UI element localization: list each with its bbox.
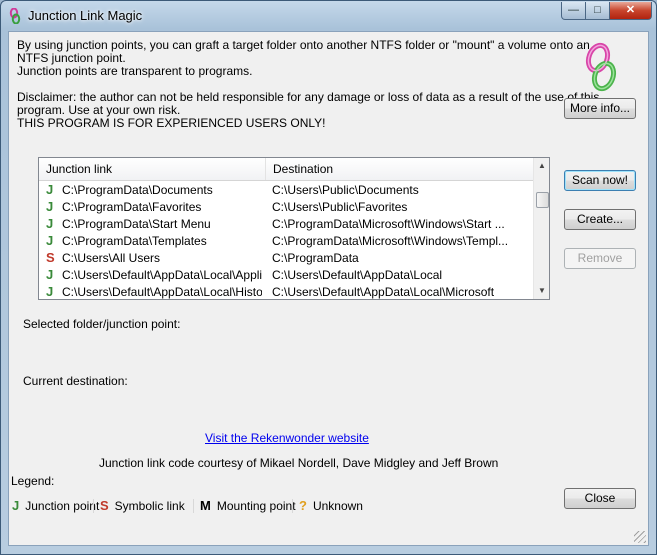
create-button[interactable]: Create... [564,209,636,230]
close-icon: ✕ [625,4,636,16]
symbolic-link-icon: S [46,250,55,265]
table-row[interactable]: J C:\ProgramData\Templates C:\ProgramData\… [39,232,533,249]
title-bar[interactable]: Junction Link Magic — □ ✕ [1,1,656,31]
resize-grip[interactable] [634,531,646,543]
maximize-button[interactable]: □ [585,2,610,20]
row-junction-link: C:\ProgramData\Documents [62,183,213,197]
legend-separator [292,499,293,513]
row-destination: C:\ProgramData\Microsoft\Windows\Templ..… [272,234,509,248]
current-destination-label: Current destination: [23,374,128,388]
table-row[interactable]: J C:\ProgramData\Favorites C:\Users\Public… [39,198,533,215]
credits-text: Junction link code courtesy of Mikael No… [99,456,499,470]
row-destination: C:\ProgramData\Microsoft\Windows\Start .… [272,217,505,231]
legend-glyph-icon: S [100,498,109,513]
row-junction-link: C:\ProgramData\Start Menu [62,217,211,231]
legend-item: S Symbolic link [100,499,185,513]
junction-point-icon: J [46,284,54,299]
close-window-button[interactable]: ✕ [609,2,652,20]
app-window: Junction Link Magic — □ ✕ By using junct… [0,0,657,555]
table-row[interactable]: J C:\ProgramData\Start Menu C:\ProgramData… [39,215,533,232]
legend-label: Junction point [25,499,100,513]
close-button[interactable]: Close [564,488,636,509]
maximize-icon: □ [594,4,601,16]
row-destination: C:\ProgramData [272,251,359,265]
list-scrollbar[interactable]: ▲ ▼ [533,158,549,299]
legend-label: Unknown [312,499,363,513]
rekenwonder-website-link[interactable]: Visit the Rekenwonder website [205,432,369,445]
junction-list[interactable]: Junction link Destination J C:\ProgramDat… [38,157,550,300]
scroll-up-icon[interactable]: ▲ [534,158,549,174]
legend-glyph-icon: J [12,498,20,513]
legend-glyph-icon: M [200,498,211,513]
legend-item: J Junction point [12,499,99,513]
row-destination: C:\Users\Default\AppData\Local\Microsoft [272,285,495,299]
intro-line-3: Junction points are transparent to progr… [17,64,253,78]
remove-button[interactable]: Remove [564,248,636,269]
legend-separator [93,499,94,513]
chain-link-logo-icon [585,42,617,92]
app-icon [9,8,21,24]
column-header-destination[interactable]: Destination [266,158,533,180]
junction-point-icon: J [46,182,54,197]
dialog-client-area: By using junction points, you can graft … [8,31,649,546]
row-destination: C:\Users\Public\Favorites [272,200,408,214]
list-rows: J C:\ProgramData\Documents C:\Users\Public… [39,181,533,299]
column-header-junction-link[interactable]: Junction link [39,158,266,180]
row-junction-link: C:\Users\All Users [62,251,161,265]
more-info-button[interactable]: More info... [564,98,636,119]
selected-folder-label: Selected folder/junction point: [23,317,181,331]
row-destination: C:\Users\Public\Documents [272,183,419,197]
junction-point-icon: J [46,233,54,248]
minimize-icon: — [568,4,579,16]
junction-point-icon: J [46,267,54,282]
scroll-thumb[interactable] [536,192,549,208]
list-header: Junction link Destination [39,158,533,181]
row-junction-link: C:\Users\Default\AppData\Local\History [62,285,262,299]
legend-title: Legend: [11,474,55,488]
junction-point-icon: J [46,216,54,231]
warning-text: THIS PROGRAM IS FOR EXPERIENCED USERS ON… [17,116,326,130]
legend-label: Symbolic link [114,499,185,513]
scroll-down-icon[interactable]: ▼ [534,283,549,299]
table-row[interactable]: J C:\ProgramData\Documents C:\Users\Public… [39,181,533,198]
row-destination: C:\Users\Default\AppData\Local [272,268,443,282]
junction-point-icon: J [46,199,54,214]
row-junction-link: C:\Users\Default\AppData\Local\Appli... [62,268,262,282]
legend-separator [193,499,194,513]
legend-item: M Mounting point [200,499,296,513]
scan-now-button[interactable]: Scan now! [564,170,636,191]
legend-label: Mounting point [216,499,296,513]
minimize-button[interactable]: — [561,2,586,20]
table-row[interactable]: J C:\Users\Default\AppData\Local\Appli...… [39,266,533,283]
table-row[interactable]: S C:\Users\All Users C:\ProgramData [39,249,533,266]
row-junction-link: C:\ProgramData\Templates [62,234,207,248]
legend-glyph-icon: ? [299,498,307,513]
table-row[interactable]: J C:\Users\Default\AppData\Local\History C… [39,283,533,299]
row-junction-link: C:\ProgramData\Favorites [62,200,202,214]
legend-item: ? Unknown [299,499,363,513]
window-title: Junction Link Magic [28,8,143,23]
